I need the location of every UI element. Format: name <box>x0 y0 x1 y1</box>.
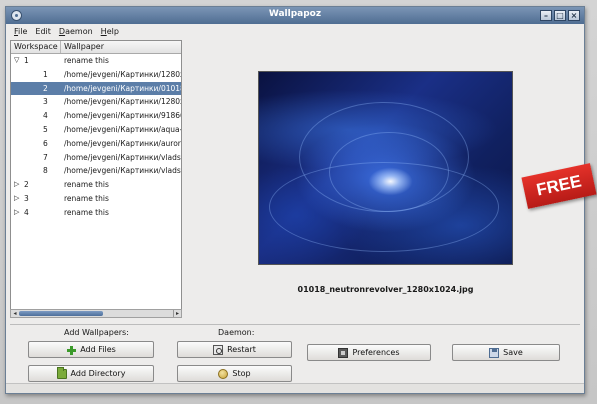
preview-filename: 01018_neutronrevolver_1280x1024.jpg <box>297 285 474 294</box>
save-label: Save <box>503 348 523 357</box>
add-wallpapers-label: Add Wallpapers: <box>64 328 129 337</box>
tree-cell-wallpaper: rename this <box>64 180 109 190</box>
tree-cell-wallpaper: /home/jevgeni/Картинки/aurora2 <box>64 138 181 148</box>
tree-cell-index: 8 <box>11 164 61 178</box>
restart-icon <box>213 344 224 355</box>
collapsed-arrow-icon[interactable]: ▷ <box>14 178 19 192</box>
horizontal-scrollbar[interactable]: ◂ ▸ <box>10 309 182 318</box>
save-icon <box>489 347 500 358</box>
tree-row[interactable]: 3/home/jevgeni/Картинки/1280x1 <box>11 95 181 109</box>
add-files-label: Add Files <box>80 345 116 354</box>
add-directory-label: Add Directory <box>70 369 126 378</box>
expanded-arrow-icon[interactable]: ▽ <box>14 54 19 68</box>
wallpaper-number: 4 <box>43 111 48 121</box>
workspace-tree[interactable]: Workspace Wallpaper ▽ 1 rename this 1/home/… <box>10 40 182 318</box>
tree-header: Workspace Wallpaper <box>11 41 181 54</box>
tree-cell-index: ▽ 1 <box>11 54 61 68</box>
tree-cell-index: 3 <box>11 95 61 109</box>
tree-row[interactable]: 1/home/jevgeni/Картинки/1280x1 <box>11 68 181 82</box>
wallpaper-number: 2 <box>43 83 48 93</box>
tree-cell-index: 6 <box>11 137 61 151</box>
add-directory-button[interactable]: Add Directory <box>28 365 154 382</box>
close-icon[interactable]: × <box>568 10 580 21</box>
restart-label: Restart <box>227 345 256 354</box>
tree-cell-index: 7 <box>11 151 61 165</box>
workspace-number: 4 <box>24 207 29 217</box>
window-controls: – □ × <box>540 10 580 21</box>
app-window: Wallpapoz – □ × File Edit Daemon Help Wo… <box>5 6 585 394</box>
column-header-workspace[interactable]: Workspace <box>11 41 61 53</box>
wallpaper-number: 3 <box>43 97 48 107</box>
preferences-button[interactable]: Preferences <box>307 344 431 361</box>
workspace-number: 3 <box>24 193 29 203</box>
workspace-number: 1 <box>24 56 29 65</box>
tree-rows: ▽ 1 rename this 1/home/jevgeni/Картинки/128… <box>11 54 181 220</box>
tree-row[interactable]: ▷ 3 rename this <box>11 192 181 206</box>
wallpaper-number: 8 <box>43 166 48 176</box>
column-header-wallpaper[interactable]: Wallpaper <box>61 41 104 53</box>
wallpaper-number: 7 <box>43 152 48 162</box>
tree-row[interactable]: 7/home/jevgeni/Картинки/vladstu <box>11 151 181 165</box>
tree-cell-index: 5 <box>11 123 61 137</box>
tree-cell-wallpaper: /home/jevgeni/Картинки/aqua-bl <box>64 124 181 134</box>
scroll-right-icon[interactable]: ▸ <box>173 310 181 317</box>
tree-row[interactable]: ▽ 1 rename this <box>11 54 181 68</box>
folder-icon <box>56 366 67 379</box>
status-strip <box>6 383 584 393</box>
stop-button[interactable]: Stop <box>177 365 292 382</box>
tree-cell-wallpaper: rename this <box>64 207 109 217</box>
divider <box>10 324 580 325</box>
preferences-label: Preferences <box>352 348 400 357</box>
wallpaper-number: 1 <box>43 69 48 79</box>
restart-button[interactable]: Restart <box>177 341 292 358</box>
menu-file[interactable]: File <box>10 27 31 36</box>
wallpaper-number: 6 <box>43 138 48 148</box>
preview-swirl <box>269 162 499 252</box>
tree-cell-wallpaper: rename this <box>64 193 109 203</box>
tree-cell-wallpaper: /home/jevgeni/Картинки/1280x1 <box>64 69 181 79</box>
save-button[interactable]: Save <box>452 344 560 361</box>
tree-cell-index: 4 <box>11 109 61 123</box>
menu-bar: File Edit Daemon Help <box>6 24 584 39</box>
maximize-icon[interactable]: □ <box>554 10 566 21</box>
tree-row[interactable]: 4/home/jevgeni/Картинки/91866- <box>11 109 181 123</box>
tree-row[interactable]: 8/home/jevgeni/Картинки/vladstu <box>11 164 181 178</box>
scroll-left-icon[interactable]: ◂ <box>11 310 19 317</box>
tree-cell-index: ▷ 2 <box>11 178 61 192</box>
menu-help[interactable]: Help <box>97 27 123 36</box>
tree-cell-wallpaper: /home/jevgeni/Картинки/1280x1 <box>64 97 181 107</box>
tree-row[interactable]: 2/home/jevgeni/Картинки/01018_ <box>11 81 181 96</box>
tree-cell-index: 1 <box>11 68 61 82</box>
tree-cell-wallpaper: rename this <box>64 56 109 65</box>
menu-daemon[interactable]: Daemon <box>55 27 97 36</box>
menu-edit[interactable]: Edit <box>31 27 55 36</box>
wallpaper-number: 5 <box>43 124 48 134</box>
tree-row[interactable]: 5/home/jevgeni/Картинки/aqua-bl <box>11 123 181 137</box>
tree-row[interactable]: ▷ 4 rename this <box>11 206 181 220</box>
tree-cell-wallpaper: /home/jevgeni/Картинки/91866- <box>64 111 181 121</box>
collapsed-arrow-icon[interactable]: ▷ <box>14 192 19 206</box>
minimize-icon[interactable]: – <box>540 10 552 21</box>
wallpaper-preview <box>258 71 513 265</box>
preferences-icon <box>338 347 349 358</box>
tree-row[interactable]: 6/home/jevgeni/Картинки/aurora2 <box>11 137 181 151</box>
stop-label: Stop <box>232 369 251 378</box>
title-bar[interactable]: Wallpapoz – □ × <box>6 7 584 24</box>
window-title: Wallpapoz <box>268 9 322 19</box>
tree-cell-index: ▷ 3 <box>11 192 61 206</box>
collapsed-arrow-icon[interactable]: ▷ <box>14 206 19 220</box>
tree-cell-index: 2 <box>11 82 61 96</box>
tree-cell-wallpaper: /home/jevgeni/Картинки/01018_ <box>64 83 181 93</box>
daemon-label: Daemon: <box>218 328 255 337</box>
add-icon <box>66 345 77 355</box>
stop-icon <box>218 368 229 379</box>
add-files-button[interactable]: Add Files <box>28 341 154 358</box>
tree-cell-wallpaper: /home/jevgeni/Картинки/vladstu <box>64 152 181 162</box>
scrollbar-thumb[interactable] <box>19 311 103 316</box>
tree-row[interactable]: ▷ 2 rename this <box>11 178 181 192</box>
tree-cell-wallpaper: /home/jevgeni/Картинки/vladstu <box>64 166 181 176</box>
tree-cell-index: ▷ 4 <box>11 206 61 220</box>
workspace-number: 2 <box>24 180 29 190</box>
